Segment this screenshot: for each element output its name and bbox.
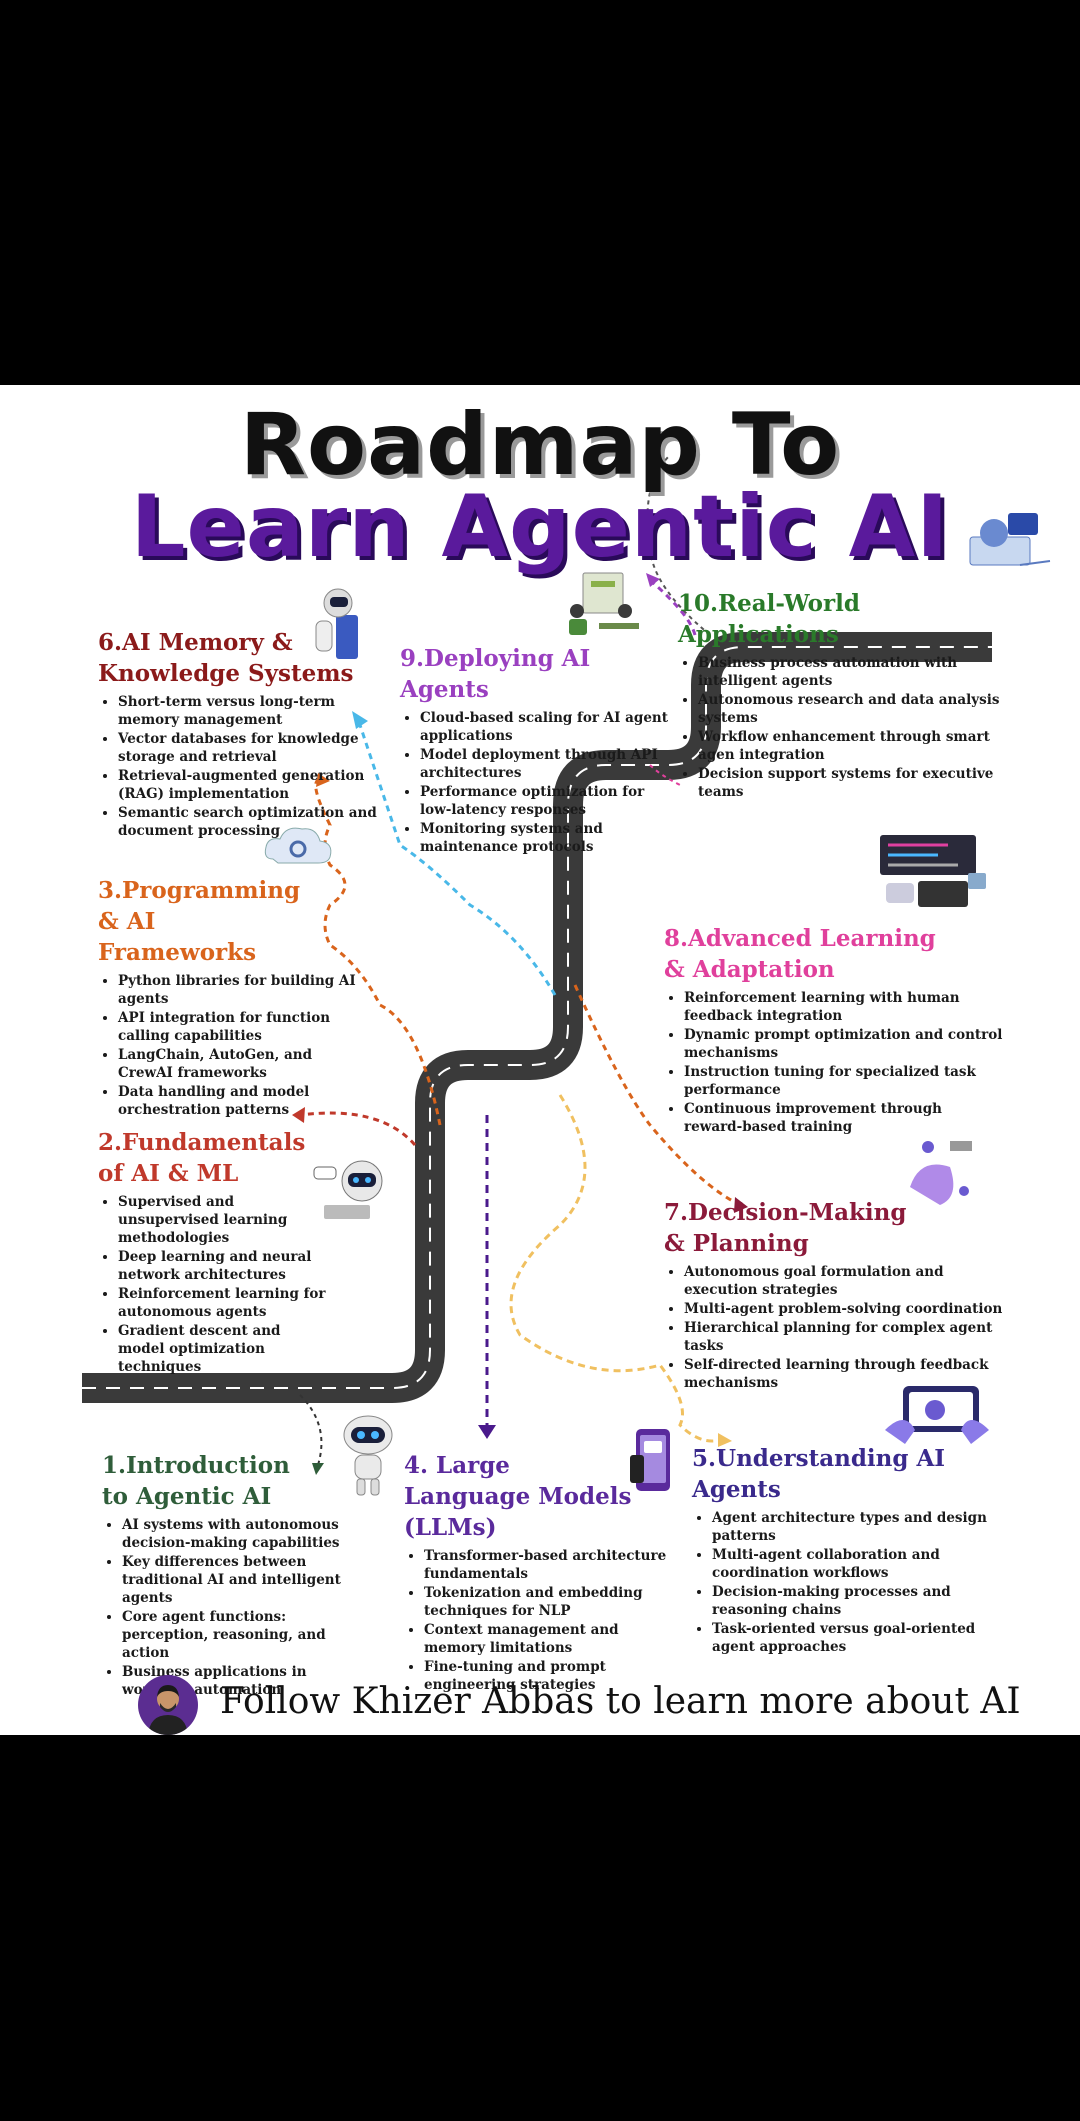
section-3-item: LangChain, AutoGen, and CrewAI framework… xyxy=(118,1046,358,1082)
section-3-title: 3.Programming & AI Frameworks xyxy=(98,877,301,966)
section-10-title: 10.Real-World Applications xyxy=(678,590,860,648)
section-7-item: Hierarchical planning for complex agent … xyxy=(684,1319,1004,1355)
section-7-title: 7.Decision-Making & Planning xyxy=(664,1199,907,1257)
robot-server-icon xyxy=(315,588,358,659)
section-4-item: Transformer-based architecture fundament… xyxy=(424,1547,679,1583)
section-2-title: 2.Fundamentals of AI & ML xyxy=(98,1129,306,1187)
section-9-item: Model deployment through API architectur… xyxy=(420,746,680,782)
mobile-ai-icon xyxy=(630,1429,670,1491)
section-10: 10.Real-World Applications Business proc… xyxy=(678,588,1008,802)
section-5: 5.Understanding AI Agents Agent architec… xyxy=(692,1443,992,1657)
section-4-item: Context management and memory limitation… xyxy=(424,1621,679,1657)
section-8-title: 8.Advanced Learning & Adaptation xyxy=(664,925,936,983)
infographic-card: Roadmap To Learn Agentic AI 6.AI Memory … xyxy=(0,385,1080,1735)
section-10-item: Decision support systems for executive t… xyxy=(698,765,1008,801)
dashboard-icon xyxy=(880,835,986,907)
section-6-item: Retrieval-augmented generation (RAG) imp… xyxy=(118,767,378,803)
robot-icon xyxy=(343,1415,393,1496)
section-8-item: Instruction tuning for specialized task … xyxy=(684,1063,1004,1099)
section-3: 3.Programming & AI Frameworks Python lib… xyxy=(98,875,358,1120)
brain-laptop-icon xyxy=(910,1141,972,1205)
section-1-item: Key differences between traditional AI a… xyxy=(122,1553,372,1607)
section-1-title: 1.Introduction to Agentic AI xyxy=(102,1452,290,1510)
team-desk-icon xyxy=(569,572,639,635)
section-2-item: Reinforcement learning for autonomous ag… xyxy=(118,1285,328,1321)
section-6-item: Vector databases for knowledge storage a… xyxy=(118,730,378,766)
section-6-item: Short-term versus long-term memory manag… xyxy=(118,693,378,729)
section-7-item: Multi-agent problem-solving coordination xyxy=(684,1300,1004,1318)
author-avatar[interactable] xyxy=(138,1675,198,1735)
section-6-item: Semantic search optimization and documen… xyxy=(118,804,378,840)
network-hand-icon xyxy=(2,387,3,388)
section-8: 8.Advanced Learning & Adaptation Reinfor… xyxy=(664,923,1004,1137)
tablet-robot-icon xyxy=(885,1386,989,1444)
ai-brain-icon xyxy=(969,513,1051,566)
section-8-item: Continuous improvement through reward-ba… xyxy=(684,1100,1004,1136)
section-2-item: Deep learning and neural network archite… xyxy=(118,1248,328,1284)
cloud-gear-icon xyxy=(264,827,332,864)
section-5-item: Task-oriented versus goal-oriented agent… xyxy=(712,1620,992,1656)
section-1-item: AI systems with autonomous decision-maki… xyxy=(122,1516,372,1552)
section-8-item: Dynamic prompt optimization and control … xyxy=(684,1026,1004,1062)
title-line-2: Learn Agentic AI xyxy=(130,477,950,577)
section-9-item: Cloud-based scaling for AI agent applica… xyxy=(420,709,680,745)
chatbot-laptop-icon xyxy=(313,1160,383,1219)
section-2: 2.Fundamentals of AI & ML Supervised and… xyxy=(98,1127,328,1377)
footer: Follow Khizer Abbas to learn more about … xyxy=(138,1675,1038,1735)
section-7: 7.Decision-Making & Planning Autonomous … xyxy=(664,1197,1004,1393)
arrow-head-s4 xyxy=(478,1425,496,1439)
section-1-item: Core agent functions: perception, reason… xyxy=(122,1608,372,1662)
section-5-item: Decision-making processes and reasoning … xyxy=(712,1583,992,1619)
section-9: 9.Deploying AI Agents Cloud-based scalin… xyxy=(400,643,680,857)
section-3-item: Data handling and model orchestration pa… xyxy=(118,1083,358,1119)
section-2-item: Supervised and unsupervised learning met… xyxy=(118,1193,328,1247)
section-4-title: 4. Large Language Models (LLMs) xyxy=(404,1452,632,1541)
section-3-item: Python libraries for building AI agents xyxy=(118,972,358,1008)
section-5-item: Multi-agent collaboration and coordinati… xyxy=(712,1546,992,1582)
section-9-item: Monitoring systems and maintenance proto… xyxy=(420,820,680,856)
section-2-item: Gradient descent and model optimization … xyxy=(118,1322,328,1376)
section-7-item: Autonomous goal formulation and executio… xyxy=(684,1263,1004,1299)
section-9-item: Performance optimization for low-latency… xyxy=(420,783,680,819)
section-9-title: 9.Deploying AI Agents xyxy=(400,645,591,703)
section-5-title: 5.Understanding AI Agents xyxy=(692,1445,946,1503)
footer-text: Follow Khizer Abbas to learn more about … xyxy=(220,1681,1021,1722)
section-10-item: Workflow enhancement through smart agen … xyxy=(698,728,1008,764)
section-10-item: Autonomous research and data analysis sy… xyxy=(698,691,1008,727)
section-10-item: Business process automation with intelli… xyxy=(698,654,1008,690)
section-4-item: Tokenization and embedding techniques fo… xyxy=(424,1584,679,1620)
section-3-item: API integration for function calling cap… xyxy=(118,1009,358,1045)
section-8-item: Reinforcement learning with human feedba… xyxy=(684,989,1004,1025)
section-5-item: Agent architecture types and design patt… xyxy=(712,1509,992,1545)
section-1: 1.Introduction to Agentic AI AI systems … xyxy=(102,1450,372,1700)
